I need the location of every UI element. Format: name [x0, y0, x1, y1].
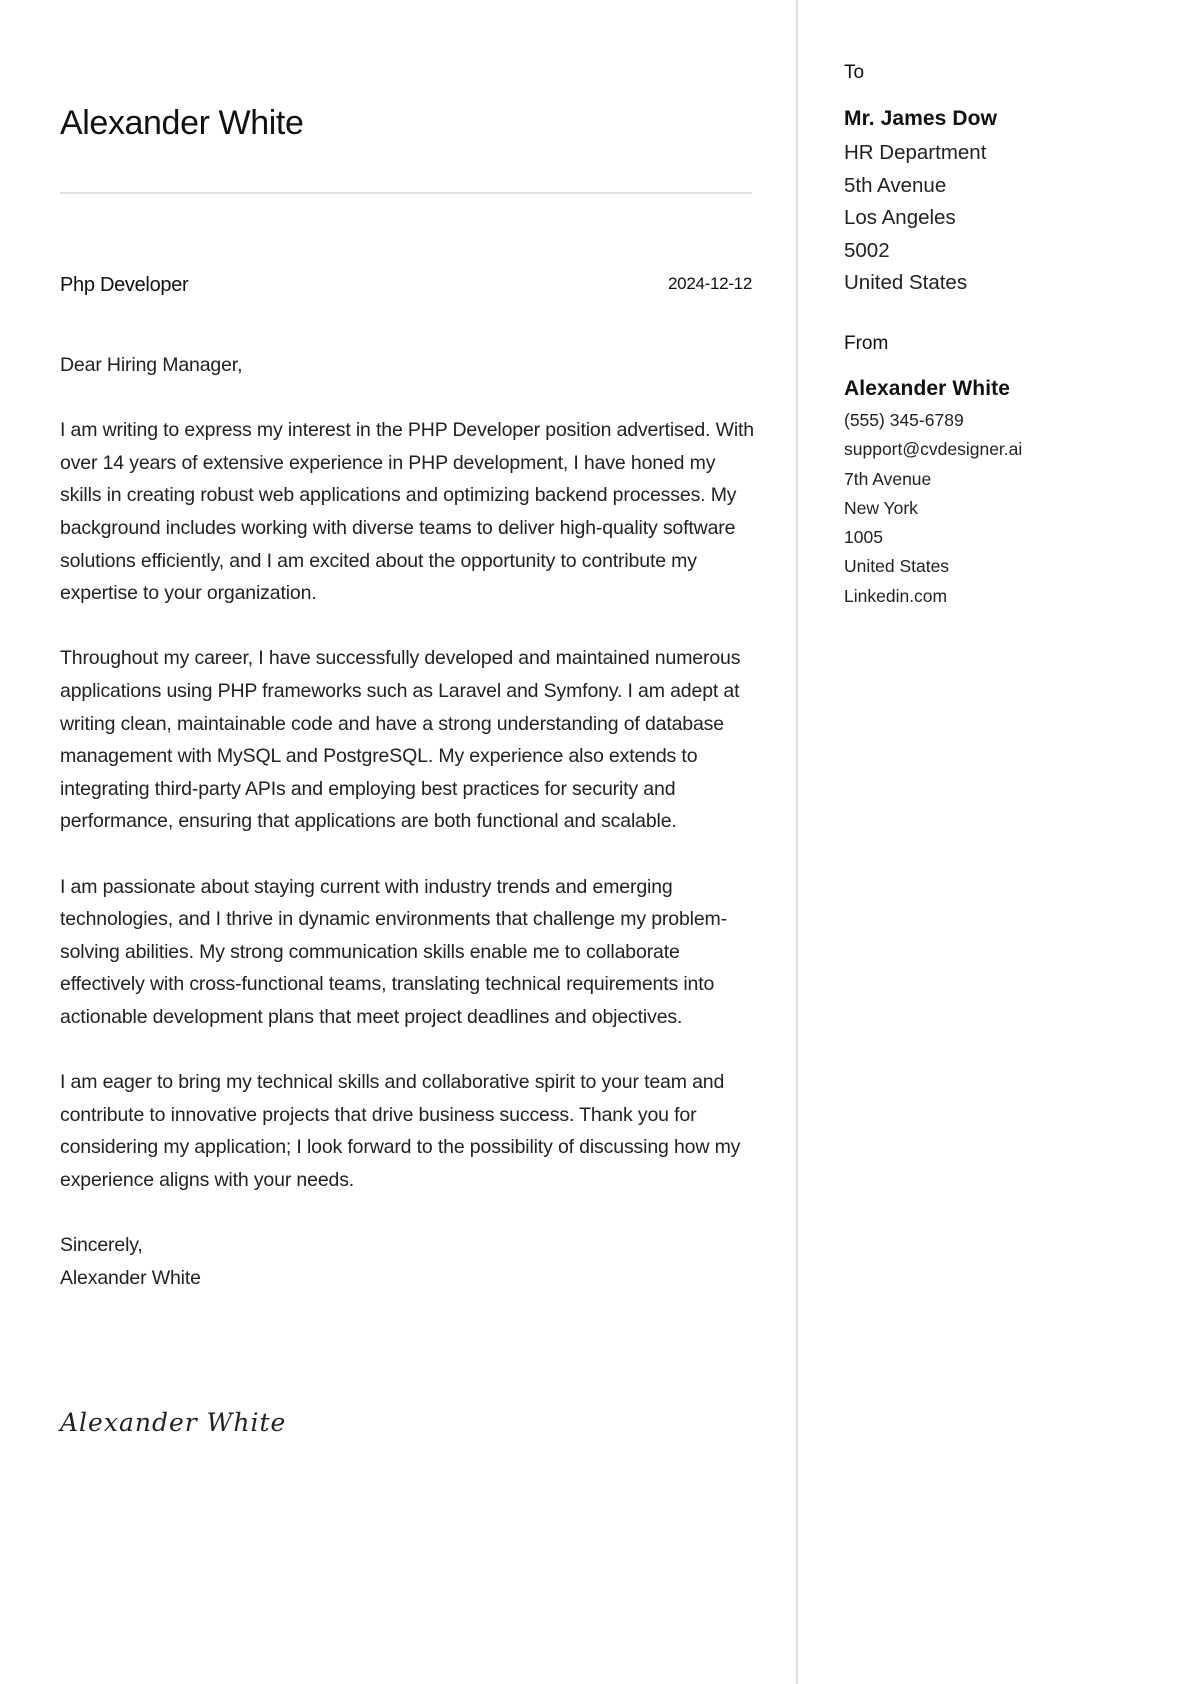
- recipient-label: To: [844, 62, 865, 83]
- sender-label: From: [844, 333, 889, 354]
- sender-linkedin: Linkedin.com: [844, 585, 948, 606]
- header-divider: [60, 192, 752, 194]
- recipient-name: Mr. James Dow: [844, 107, 998, 130]
- sender-city: New York: [844, 497, 918, 518]
- sign-off: Sincerely, Alexander White: [60, 1229, 760, 1294]
- closing: Sincerely,: [60, 1234, 143, 1257]
- sender-country: United States: [844, 556, 950, 577]
- salutation: Dear Hiring Manager,: [60, 354, 243, 376]
- closing-name: Alexander White: [60, 1266, 201, 1289]
- sender-contact: (555) 345-6789 support@cvdesigner.ai 7th…: [844, 406, 1022, 611]
- body-paragraph: I am eager to bring my technical skills …: [60, 1071, 741, 1191]
- sender-phone: (555) 345-6789: [844, 410, 964, 430]
- sender-street: 7th Avenue: [844, 468, 932, 489]
- column-divider: [796, 0, 798, 1684]
- recipient-city: Los Angeles: [844, 206, 956, 229]
- recipient-department: HR Department: [844, 141, 987, 164]
- recipient-country: United States: [844, 271, 968, 294]
- applicant-name-heading: Alexander White: [60, 104, 304, 142]
- sender-name: Alexander White: [844, 377, 1011, 400]
- body-paragraph: Throughout my career, I have successfull…: [60, 647, 741, 833]
- signature: Alexander White: [60, 1408, 287, 1437]
- recipient-address: HR Department 5th Avenue Los Angeles 500…: [844, 137, 986, 300]
- body-paragraph: I am passionate about staying current wi…: [60, 875, 727, 1028]
- sender-email: support@cvdesigner.ai: [844, 439, 1023, 460]
- recipient-postal-code: 5002: [844, 238, 890, 262]
- letter-date: 2024-12-12: [668, 274, 752, 293]
- job-title: Php Developer: [60, 274, 189, 296]
- recipient-street: 5th Avenue: [844, 173, 947, 197]
- sender-postal-code: 1005: [844, 527, 883, 548]
- body-paragraph: I am writing to express my interest in t…: [60, 419, 754, 605]
- letter-body: Dear Hiring Manager, I am writing to exp…: [60, 349, 760, 1294]
